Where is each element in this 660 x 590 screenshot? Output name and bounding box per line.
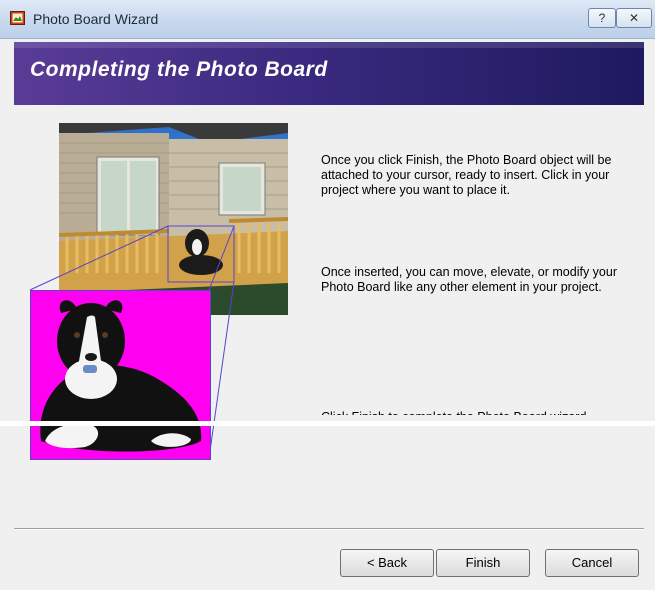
wizard-banner: Completing the Photo Board: [14, 42, 644, 105]
help-icon: ?: [598, 11, 606, 25]
finish-button[interactable]: Finish: [436, 549, 530, 577]
render-artifact-line: [0, 421, 660, 426]
title-bar: Photo Board Wizard ? ✕: [0, 0, 660, 39]
wizard-window: Photo Board Wizard ? ✕ Completing the Ph…: [0, 0, 660, 590]
back-button[interactable]: < Back: [340, 549, 434, 577]
close-button[interactable]: ✕: [616, 8, 652, 28]
dog-photo: [30, 290, 211, 460]
close-icon: ✕: [628, 11, 640, 25]
house-deck-illustration: [59, 123, 288, 315]
page-title: Completing the Photo Board: [30, 58, 328, 81]
dog-illustration: [40, 300, 202, 452]
info-paragraph-modify: Once inserted, you can move, elevate, or…: [321, 265, 617, 294]
cancel-button[interactable]: Cancel: [545, 549, 639, 577]
house-deck-photo: [59, 123, 288, 315]
window-title: Photo Board Wizard: [33, 11, 159, 27]
footer-divider: [14, 528, 644, 530]
photo-board-icon: [10, 11, 25, 25]
help-button[interactable]: ?: [588, 8, 616, 28]
window-right-edge: [655, 0, 660, 590]
info-paragraph-insert: Once you click Finish, the Photo Board o…: [321, 153, 612, 197]
